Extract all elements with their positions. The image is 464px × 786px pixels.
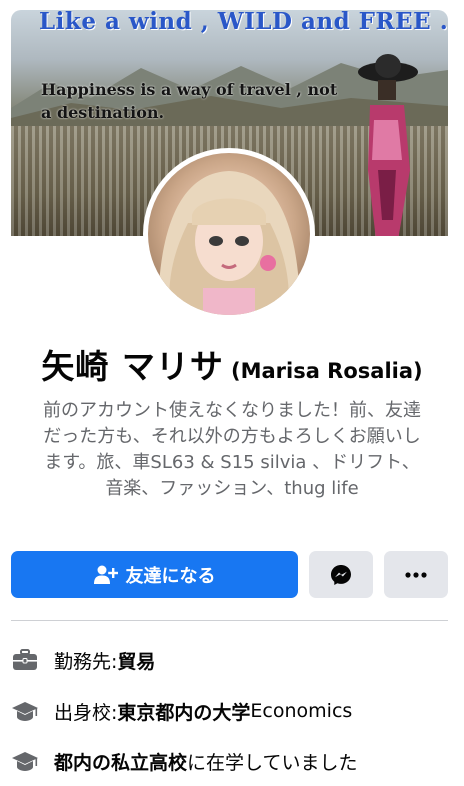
graduation-cap-icon <box>10 749 40 773</box>
more-options-button[interactable] <box>384 551 448 598</box>
messenger-button[interactable] <box>309 551 373 598</box>
info-education-college: 出身校: 東京都内の大学 Economics <box>10 696 454 726</box>
add-friend-icon <box>93 565 118 584</box>
add-friend-button[interactable]: 友達になる <box>11 551 298 598</box>
profile-name: 矢崎 マリサ (Marisa Rosalia) <box>0 340 464 388</box>
section-divider <box>11 620 448 621</box>
profile-bio: 前のアカウント使えなくなりました！前、友達だった方も、それ以外の方もよろしくお願… <box>43 400 421 499</box>
info-education-highschool: 都内の私立高校 に在学していました <box>10 746 454 776</box>
work-label: 勤務先: <box>54 650 118 673</box>
messenger-icon <box>331 564 351 585</box>
cover-caption-quote: Happiness is a way of travel , not a des… <box>41 80 338 122</box>
education-label: 出身校: <box>54 701 118 724</box>
add-friend-label: 友達になる <box>125 565 216 587</box>
profile-avatar[interactable] <box>143 148 315 320</box>
highschool-status: に在学していました <box>187 751 358 774</box>
graduation-cap-icon <box>10 699 40 723</box>
name-alternate: (Marisa Rosalia) <box>230 359 423 383</box>
cover-figure <box>358 54 418 236</box>
avatar-photo <box>148 153 310 315</box>
name-primary: 矢崎 マリサ <box>41 347 224 386</box>
info-work: 勤務先: 貿易 <box>10 645 454 675</box>
cover-caption-title: Like a wind , WILD and FREE ... <box>39 10 448 35</box>
more-icon <box>405 571 427 578</box>
work-value[interactable]: 貿易 <box>117 647 155 674</box>
college-name[interactable]: 東京都内の大学 <box>117 698 250 725</box>
briefcase-icon <box>10 648 40 672</box>
college-major: Economics <box>250 700 353 722</box>
highschool-name[interactable]: 都内の私立高校 <box>54 748 187 775</box>
